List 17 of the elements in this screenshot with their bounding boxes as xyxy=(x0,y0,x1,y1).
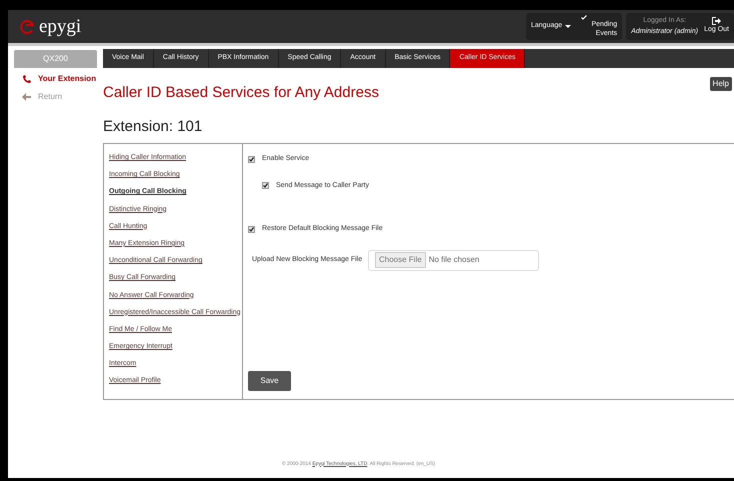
logo-text: epygi xyxy=(39,17,82,36)
help-button[interactable]: Help xyxy=(710,77,732,91)
page-title: Caller ID Based Services for Any Address xyxy=(103,83,379,103)
phone-icon xyxy=(22,74,31,84)
check-icon xyxy=(581,15,588,20)
checkbox[interactable] xyxy=(262,182,269,190)
save-button[interactable]: Save xyxy=(248,371,291,391)
logo-icon xyxy=(18,18,36,34)
side-nav-item[interactable]: Your Extension xyxy=(22,73,103,85)
checkbox[interactable] xyxy=(248,156,255,163)
checkbox[interactable] xyxy=(248,226,255,233)
extension-heading: Extension: 101 xyxy=(103,116,202,136)
back-arrow-icon xyxy=(22,93,31,101)
caret-icon xyxy=(565,25,572,28)
logout-icon xyxy=(712,17,722,26)
device-label: QX200 xyxy=(14,50,97,68)
file-upload-field[interactable]: Choose File No file chosen xyxy=(368,250,539,270)
